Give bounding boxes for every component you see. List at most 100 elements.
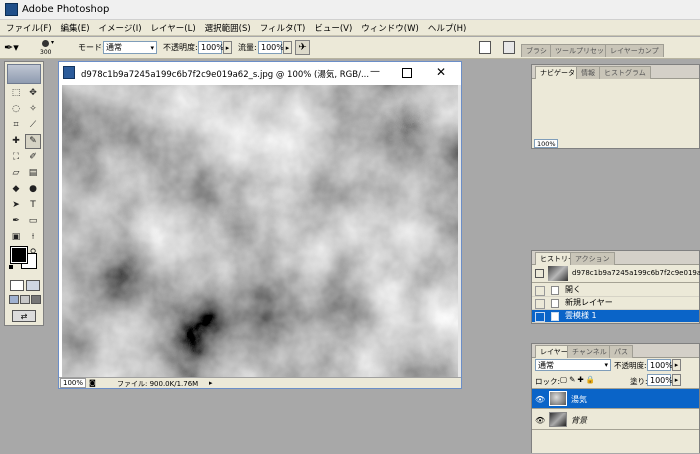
menu-layer[interactable]: レイヤー(L) xyxy=(151,22,196,34)
tab-paths[interactable]: パス xyxy=(609,345,633,358)
image-canvas[interactable] xyxy=(62,85,458,377)
info-options-icon[interactable]: ◙ xyxy=(89,378,98,388)
pen-tool-icon[interactable]: ✒ xyxy=(8,214,24,229)
menu-file[interactable]: ファイル(F) xyxy=(6,22,52,34)
menu-image[interactable]: イメージ(I) xyxy=(99,22,142,34)
navigator-tabs: ナビゲータ 情報 ヒストグラム xyxy=(532,65,699,79)
menu-window[interactable]: ウィンドウ(W) xyxy=(361,22,419,34)
gradient-tool-icon[interactable]: ▤ xyxy=(25,166,41,181)
brush-tool-preset-icon[interactable]: ✒▾ xyxy=(4,41,28,55)
menu-filter[interactable]: フィルタ(T) xyxy=(260,22,306,34)
tab-navigator[interactable]: ナビゲータ xyxy=(535,66,580,79)
history-source-box[interactable] xyxy=(535,286,545,296)
shape-tool-icon[interactable]: ▭ xyxy=(25,214,41,229)
eraser-tool-icon[interactable]: ▱ xyxy=(8,166,24,181)
visibility-eye-icon[interactable]: 👁 xyxy=(535,395,545,404)
layer-name: 湯気 xyxy=(571,395,587,404)
layer-opacity-slider-button[interactable]: ▸ xyxy=(672,359,681,371)
lock-icons[interactable]: ▢✎✚🔒 xyxy=(560,375,620,385)
foreground-color-swatch[interactable] xyxy=(10,246,28,264)
menu-bar: ファイル(F) 編集(E) イメージ(I) レイヤー(L) 選択範囲(S) フィ… xyxy=(0,20,700,36)
menu-view[interactable]: ビュー(V) xyxy=(314,22,352,34)
document-title: d978c1b9a7245a199c6b7f2c9e019a62_s.jpg @… xyxy=(81,70,370,80)
layers-tabs: レイヤー チャンネル パス xyxy=(532,344,699,358)
brush-picker[interactable]: ▾ 300 xyxy=(40,39,62,57)
navigator-preview[interactable] xyxy=(532,79,699,138)
slice-tool-icon[interactable]: ⟋ xyxy=(25,118,41,133)
document-window: d978c1b9a7245a199c6b7f2c9e019a62_s.jpg @… xyxy=(58,61,462,389)
snapshot-name: d978c1b9a7245a199c6b7f2c9e019a62_s.jpg xyxy=(572,269,700,277)
tab-layer-comps[interactable]: レイヤーカンプ xyxy=(605,44,664,57)
eyedropper-tool-icon[interactable]: ⟊ xyxy=(25,230,41,245)
flow-slider-button[interactable]: ▸ xyxy=(283,41,292,54)
crop-tool-icon[interactable]: ⌗ xyxy=(8,118,24,133)
mode-label: モード: xyxy=(78,43,105,52)
tab-info[interactable]: 情報 xyxy=(576,66,600,79)
feather-logo-icon[interactable] xyxy=(7,64,41,84)
quick-mask-icon[interactable] xyxy=(26,280,40,291)
chevron-down-icon: ▾ xyxy=(604,361,608,369)
history-item-label: 雲模様 1 xyxy=(565,311,597,320)
layer-opacity-input[interactable]: 100% xyxy=(647,359,673,371)
file-browser-icon[interactable] xyxy=(479,41,491,54)
marquee-tool-icon[interactable]: ⬚ xyxy=(8,86,24,101)
document-titlebar: d978c1b9a7245a199c6b7f2c9e019a62_s.jpg @… xyxy=(59,62,461,85)
magic-wand-tool-icon[interactable]: ✧ xyxy=(25,102,41,117)
tab-channels[interactable]: チャンネル xyxy=(567,345,612,358)
imageready-jump-icon[interactable]: ⇄ xyxy=(12,310,36,322)
airbrush-icon[interactable]: ✈ xyxy=(295,40,310,55)
history-item-new-layer[interactable]: 新規レイヤー xyxy=(532,297,699,310)
snapshot-brush-icon xyxy=(535,269,544,278)
type-tool-icon[interactable]: T xyxy=(25,198,41,213)
history-item-clouds[interactable]: 雲模様 1 xyxy=(532,310,699,323)
standard-mode-icon[interactable] xyxy=(10,280,24,291)
screen-mode-standard-icon[interactable] xyxy=(9,295,19,304)
navigator-zoom-field[interactable]: 100% xyxy=(534,139,558,148)
flow-input[interactable]: 100% xyxy=(258,41,284,54)
close-icon[interactable]: ✕ xyxy=(434,65,448,79)
palette-well-icon[interactable] xyxy=(503,41,515,54)
lasso-tool-icon[interactable]: ◌ xyxy=(8,102,24,117)
toolbox: ⬚ ✥ ◌ ✧ ⌗ ⟋ ✚ ✎ ⛶ ✐ ▱ ▤ ◆ ● ➤ T ✒ ▭ ▣ ⟊ … xyxy=(4,61,44,326)
healing-brush-tool-icon[interactable]: ✚ xyxy=(8,134,24,149)
status-menu-arrow-icon[interactable]: ▸ xyxy=(209,378,218,388)
tab-actions[interactable]: アクション xyxy=(570,252,615,265)
screen-mode-menubar-icon[interactable] xyxy=(20,295,30,304)
maximize-icon[interactable] xyxy=(399,65,413,79)
brush-tool-icon[interactable]: ✎ xyxy=(25,134,41,149)
notes-tool-icon[interactable]: ▣ xyxy=(8,230,24,245)
move-tool-icon[interactable]: ✥ xyxy=(25,86,41,101)
blur-tool-icon[interactable]: ◆ xyxy=(8,182,24,197)
layer-row-steam[interactable]: 👁 湯気 xyxy=(532,389,699,409)
fill-input[interactable]: 100% xyxy=(647,374,673,386)
default-colors-icon[interactable] xyxy=(9,265,15,271)
history-source-box[interactable] xyxy=(535,299,545,309)
lock-label: ロック: xyxy=(535,377,561,386)
history-item-open[interactable]: 開く xyxy=(532,284,699,297)
history-brush-tool-icon[interactable]: ✐ xyxy=(25,150,41,165)
blend-mode-select[interactable]: 通常 ▾ xyxy=(535,359,611,371)
opacity-slider-button[interactable]: ▸ xyxy=(223,41,232,54)
opacity-input[interactable]: 100% xyxy=(198,41,224,54)
minimize-icon[interactable]: — xyxy=(368,65,382,79)
layer-row-background[interactable]: 👁 背景 xyxy=(532,410,699,430)
tab-histogram[interactable]: ヒストグラム xyxy=(599,66,651,79)
fill-slider-button[interactable]: ▸ xyxy=(672,374,681,386)
history-snapshot[interactable]: d978c1b9a7245a199c6b7f2c9e019a62_s.jpg xyxy=(532,265,700,283)
menu-help[interactable]: ヘルプ(H) xyxy=(428,22,467,34)
visibility-eye-icon[interactable]: 👁 xyxy=(535,416,545,425)
screen-mode-full-icon[interactable] xyxy=(31,295,41,304)
tab-brushes[interactable]: ブラシ xyxy=(521,44,552,57)
document-statusbar: 100% ◙ ファイル: 900.0K/1.76M ▸ xyxy=(59,377,461,388)
menu-select[interactable]: 選択範囲(S) xyxy=(205,22,251,34)
menu-edit[interactable]: 編集(E) xyxy=(61,22,90,34)
photoshop-app-icon xyxy=(5,3,18,16)
history-source-box[interactable] xyxy=(535,312,545,322)
blend-mode-value: 通常 xyxy=(538,361,554,370)
clone-stamp-tool-icon[interactable]: ⛶ xyxy=(8,150,24,165)
path-selection-tool-icon[interactable]: ➤ xyxy=(8,198,24,213)
history-item-label: 開く xyxy=(565,285,581,294)
mode-select[interactable]: 通常 ▾ xyxy=(103,41,157,54)
dodge-tool-icon[interactable]: ● xyxy=(25,182,41,197)
zoom-field[interactable]: 100% xyxy=(60,378,86,388)
